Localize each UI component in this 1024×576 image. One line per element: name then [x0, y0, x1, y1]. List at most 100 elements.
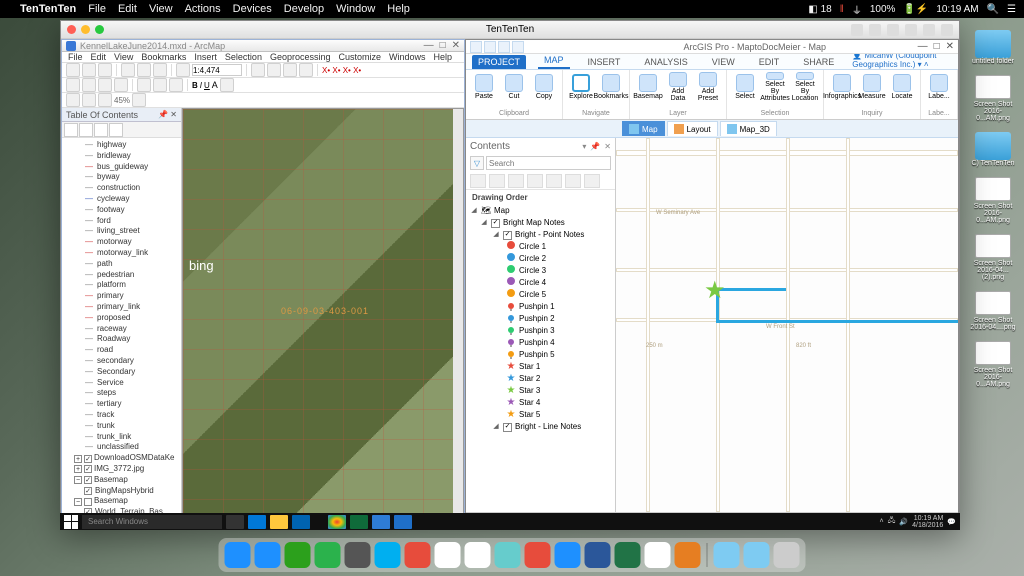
tree-notes[interactable]: ◢✓Bright Map Notes — [470, 217, 611, 229]
ct-source-icon[interactable] — [489, 174, 505, 188]
tray-vol-icon[interactable]: 🔊 — [899, 518, 908, 526]
toc-group-item[interactable]: −Basemap — [66, 496, 177, 507]
close-icon[interactable] — [67, 25, 76, 34]
qa-more-icon[interactable] — [512, 41, 524, 53]
toc-layer-item[interactable]: —highway — [66, 140, 177, 151]
toc-layer-item[interactable]: —secondary — [66, 356, 177, 367]
map-star-marker[interactable]: ★ — [704, 276, 726, 305]
qa-redo-icon[interactable] — [498, 41, 510, 53]
pro-close-icon[interactable]: ✕ — [946, 41, 954, 52]
arcmap-titlebar[interactable]: KennelLakeJune2014.mxd - ArcMap —□✕ — [62, 40, 464, 52]
mac-menu-edit[interactable]: Edit — [118, 3, 137, 15]
tree-symbol[interactable]: Pushpin 2 — [470, 313, 611, 325]
ct-list-icon[interactable] — [470, 174, 486, 188]
arccatalog-taskbar-icon[interactable] — [372, 515, 390, 529]
dock-skype-icon[interactable] — [375, 542, 401, 568]
ribbon-btn-bookmarks[interactable]: Bookmarks — [597, 72, 625, 102]
ribbon-tab-project[interactable]: PROJECT — [472, 55, 526, 69]
dock-appstore-icon[interactable] — [555, 542, 581, 568]
toc-group-item[interactable]: +✓IMG_3772.jpg — [66, 464, 177, 475]
toc-layer-item[interactable]: —trunk — [66, 421, 177, 432]
minimize-icon[interactable] — [81, 25, 90, 34]
toc-layer-item[interactable]: —Secondary — [66, 367, 177, 378]
dock-trash-icon[interactable] — [774, 542, 800, 568]
toc-tab-3[interactable] — [94, 123, 108, 137]
toc-layer-item[interactable]: —proposed — [66, 313, 177, 324]
arcmap-menu-customize[interactable]: Customize — [339, 52, 382, 62]
menubar-battery-icon[interactable]: 🔋⚡ — [903, 4, 928, 15]
tray-net-icon[interactable]: 🖧 — [888, 516, 896, 527]
arcmap-menu-edit[interactable]: Edit — [91, 52, 107, 62]
arcmap-max-icon[interactable]: □ — [440, 40, 446, 51]
qa-undo-icon[interactable] — [484, 41, 496, 53]
dock-quickbooks-icon[interactable] — [285, 542, 311, 568]
toc-layer-item[interactable]: —track — [66, 410, 177, 421]
map-scrollbar[interactable] — [453, 109, 463, 519]
tb-g3[interactable] — [98, 93, 112, 107]
tb-paste-icon[interactable] — [153, 63, 167, 77]
toc-layer-item[interactable]: —motorway_link — [66, 248, 177, 259]
tb-add-icon[interactable] — [176, 63, 190, 77]
toc-layer-item[interactable]: —ford — [66, 216, 177, 227]
arcmap-menu-bookmarks[interactable]: Bookmarks — [141, 52, 186, 62]
contents-title[interactable]: Contents ▾📌✕ — [466, 138, 615, 154]
ribbon-btn-adddata[interactable]: AddData — [664, 72, 692, 102]
mac-app-name[interactable]: TenTenTen — [20, 3, 76, 15]
store-icon[interactable] — [292, 515, 310, 529]
ribbon-tab-insert[interactable]: INSERT — [582, 55, 627, 69]
tb-toolbox-icon[interactable] — [283, 63, 297, 77]
taskbar-search[interactable]: Search Windows — [82, 515, 222, 529]
menubar-parallels-icon[interactable]: ‖ — [840, 4, 844, 15]
view-tab-layout[interactable]: Layout — [667, 121, 718, 136]
tb-python-icon[interactable] — [299, 63, 313, 77]
ct-chart-icon[interactable] — [584, 174, 600, 188]
toc-group-item[interactable]: +✓DownloadOSMDataKe — [66, 453, 177, 464]
tb-underline-icon[interactable]: U — [204, 81, 210, 90]
toc-layer-item[interactable]: —byway — [66, 172, 177, 183]
arcmap-min-icon[interactable]: — — [424, 40, 434, 51]
dock-books-icon[interactable] — [675, 542, 701, 568]
toc-layer-item[interactable]: —construction — [66, 183, 177, 194]
tb-x-tools[interactable]: X• X• X• X• — [322, 66, 361, 75]
vm-tool-1[interactable] — [851, 24, 863, 36]
toc-basemap-item[interactable]: ✓BingMapsHybrid — [66, 486, 177, 497]
menubar-search-icon[interactable]: 🔍 — [987, 4, 999, 15]
tree-symbol[interactable]: Pushpin 4 — [470, 337, 611, 349]
mac-menu-develop[interactable]: Develop — [284, 3, 324, 15]
maximize-icon[interactable] — [95, 25, 104, 34]
start-button[interactable] — [64, 515, 78, 529]
tb-zoomout-icon[interactable] — [82, 78, 96, 92]
edge-icon[interactable] — [248, 515, 266, 529]
dock-calendar-icon[interactable] — [645, 542, 671, 568]
mac-menu-file[interactable]: File — [88, 3, 106, 15]
ribbon-tab-share[interactable]: SHARE — [797, 55, 840, 69]
tree-symbol[interactable]: Circle 2 — [470, 253, 611, 265]
tb-full-icon[interactable] — [114, 78, 128, 92]
desktop-file[interactable]: Screen Shot 2016-04...(2).png — [968, 234, 1018, 281]
tray-notif-icon[interactable]: 💬 — [947, 518, 956, 526]
ribbon-btn-locate[interactable]: Locate — [888, 72, 916, 102]
filter-icon[interactable]: ▽ — [470, 156, 484, 170]
tb-zoomin-icon[interactable] — [66, 78, 80, 92]
tree-symbol[interactable]: Circle 4 — [470, 277, 611, 289]
arcmap-menu-geoprocessing[interactable]: Geoprocessing — [270, 52, 331, 62]
dock-join.me-icon[interactable] — [405, 542, 431, 568]
ribbon-btn-select[interactable]: Select — [731, 72, 759, 102]
tb-g1[interactable] — [66, 93, 80, 107]
tree-symbol[interactable]: Circle 1 — [470, 241, 611, 253]
tb-new-icon[interactable] — [66, 63, 80, 77]
tb-copy-icon[interactable] — [137, 63, 151, 77]
scale-input[interactable] — [192, 64, 242, 76]
ribbon-tab-map[interactable]: MAP — [538, 53, 570, 69]
toc-layer-item[interactable]: —steps — [66, 388, 177, 399]
tb-identify-icon[interactable] — [153, 78, 167, 92]
toc-layer-item[interactable]: —bridleway — [66, 151, 177, 162]
arcmap-menu-selection[interactable]: Selection — [225, 52, 262, 62]
desktop-file[interactable]: Screen Shot 2016-0...AM.png — [968, 75, 1018, 122]
pro-max-icon[interactable]: □ — [934, 41, 940, 52]
ribbon-tab-view[interactable]: VIEW — [706, 55, 741, 69]
menubar-notifications-icon[interactable]: ☰ — [1007, 4, 1016, 15]
toc-tab-4[interactable] — [109, 123, 123, 137]
vm-tool-6[interactable] — [941, 24, 953, 36]
dock-word-icon[interactable] — [585, 542, 611, 568]
